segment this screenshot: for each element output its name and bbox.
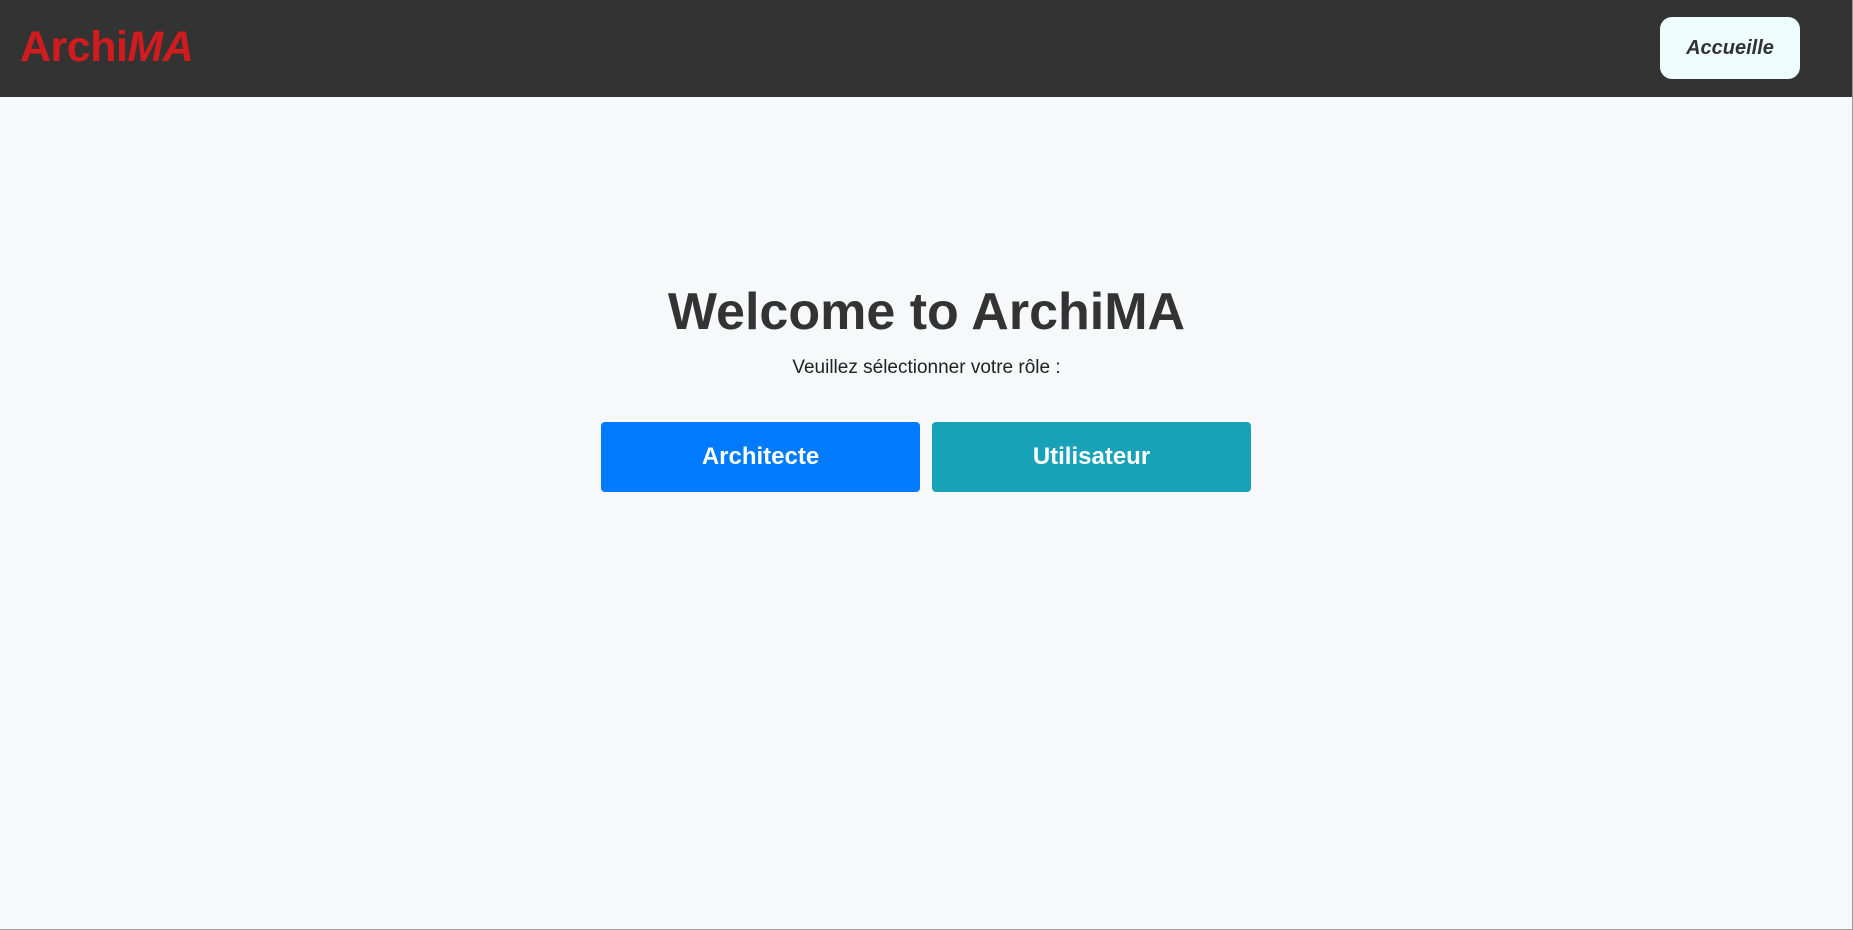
home-button[interactable]: Accueille bbox=[1660, 17, 1800, 79]
logo-text-regular: Archi bbox=[20, 23, 128, 71]
role-prompt: Veuillez sélectionner votre rôle : bbox=[792, 357, 1061, 378]
page-title: Welcome to ArchiMA bbox=[667, 283, 1186, 341]
top-navbar: ArchiMA Accueille bbox=[0, 0, 1853, 97]
logo-text-italic: MA bbox=[127, 23, 194, 71]
archima-logo[interactable]: ArchiMA bbox=[20, 22, 194, 72]
user-role-button[interactable]: Utilisateur bbox=[932, 422, 1251, 492]
architect-role-button[interactable]: Architecte bbox=[601, 422, 920, 492]
page: ArchiMA Accueille Welcome to ArchiMA Veu… bbox=[0, 0, 1853, 930]
